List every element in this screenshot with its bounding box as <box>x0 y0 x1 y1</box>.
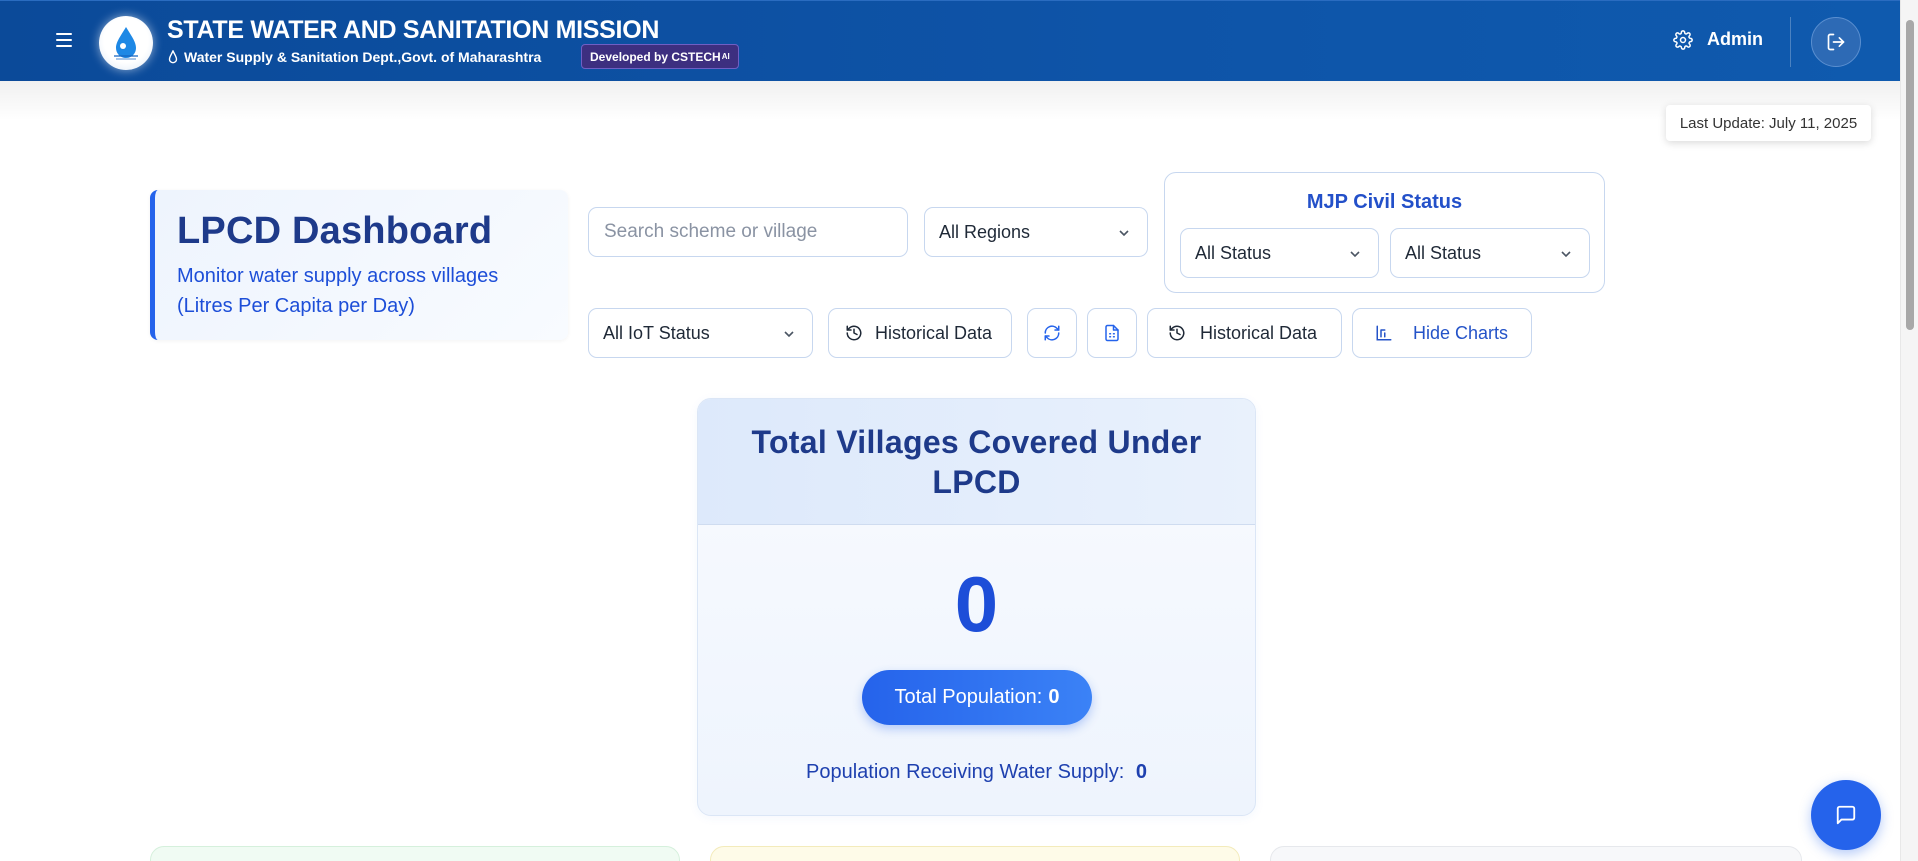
history-icon <box>846 325 862 341</box>
status-card-gray <box>1270 846 1802 861</box>
department-name: Water Supply & Sanitation Dept.,Govt. of… <box>184 49 542 65</box>
export-report-button[interactable] <box>1087 308 1137 358</box>
historical-data-label-2: Historical Data <box>1200 322 1318 343</box>
app-title: STATE WATER AND SANITATION MISSION <box>167 16 660 44</box>
admin-settings-button[interactable]: Admin <box>1673 29 1763 50</box>
chevron-down-icon <box>784 331 794 338</box>
app-subtitle: Water Supply & Sanitation Dept.,Govt. of… <box>168 49 541 65</box>
developer-badge: Developed by CSTECH AI <box>581 44 739 69</box>
dashboard-title-card: LPCD Dashboard Monitor water supply acro… <box>150 190 568 340</box>
chevron-down-icon <box>1350 251 1360 258</box>
scrollbar-thumb[interactable] <box>1906 20 1914 330</box>
history-icon <box>1169 325 1185 341</box>
chevron-down-icon <box>1119 230 1129 237</box>
gear-icon <box>1673 29 1693 50</box>
population-receiving-supply: Population Receiving Water Supply: 0 <box>698 761 1255 784</box>
chat-icon <box>1836 805 1856 825</box>
total-population-label: Total Population: <box>894 686 1043 708</box>
population-receiving-supply-label: Population Receiving Water Supply: <box>805 761 1125 783</box>
mjp-status-select-2-value: All Status <box>1405 242 1482 263</box>
region-select-value: All Regions <box>939 221 1031 242</box>
logo-drop-icon <box>114 27 138 60</box>
logout-button[interactable] <box>1811 17 1861 67</box>
mjp-civil-status-title: MJP Civil Status <box>1306 191 1463 213</box>
villages-covered-value: 0 <box>954 560 999 648</box>
population-receiving-supply-value: 0 <box>1135 761 1147 783</box>
total-population-value: 0 <box>1048 686 1060 708</box>
top-header: STATE WATER AND SANITATION MISSION Water… <box>0 0 1900 81</box>
region-select[interactable]: All Regions <box>924 207 1148 257</box>
mission-logo <box>99 16 153 70</box>
chevron-down-icon <box>1561 251 1571 258</box>
villages-covered-title: Total Villages Covered Under LPCD <box>751 423 1202 500</box>
search-input[interactable] <box>588 207 908 257</box>
header-shadow <box>0 81 1900 121</box>
historical-data-label-1: Historical Data <box>875 322 993 343</box>
mjp-status-select-1[interactable]: All Status <box>1180 228 1379 278</box>
total-population-pill: Total Population: 0 <box>862 670 1092 725</box>
header-divider <box>1790 17 1791 67</box>
villages-covered-card: Total Villages Covered Under LPCD 0 Tota… <box>697 398 1256 816</box>
refresh-button[interactable] <box>1027 308 1077 358</box>
hamburger-menu-icon[interactable] <box>52 29 76 53</box>
last-update-badge: Last Update: July 11, 2025 <box>1666 105 1871 141</box>
page-scrollbar[interactable] <box>1900 0 1918 861</box>
bar-chart-icon <box>1376 325 1392 341</box>
developer-badge-text: Developed by CSTECH <box>590 49 721 64</box>
iot-status-select[interactable]: All IoT Status <box>588 308 813 358</box>
iot-status-select-value: All IoT Status <box>603 322 710 343</box>
document-icon <box>1105 324 1119 342</box>
page-title: LPCD Dashboard <box>177 210 493 252</box>
mjp-status-select-1-value: All Status <box>1195 242 1272 263</box>
hide-charts-button[interactable]: Hide Charts <box>1352 308 1532 358</box>
refresh-icon <box>1044 325 1060 341</box>
historical-data-button-2[interactable]: Historical Data <box>1147 308 1342 358</box>
status-card-yellow <box>710 846 1240 861</box>
admin-label: Admin <box>1707 29 1763 49</box>
developer-badge-sup: AI <box>721 52 730 61</box>
page-subtitle: Monitor water supply across villages (Li… <box>177 265 499 317</box>
mjp-status-select-2[interactable]: All Status <box>1390 228 1590 278</box>
hide-charts-label: Hide Charts <box>1413 322 1509 343</box>
water-drop-icon <box>168 50 178 64</box>
status-card-green <box>150 846 680 861</box>
villages-covered-header: Total Villages Covered Under LPCD <box>698 399 1255 525</box>
mjp-civil-status-group: MJP Civil Status All Status All Status <box>1164 172 1605 293</box>
chat-button[interactable] <box>1811 780 1881 850</box>
logout-icon <box>1827 33 1845 51</box>
historical-data-button-1[interactable]: Historical Data <box>828 308 1012 358</box>
